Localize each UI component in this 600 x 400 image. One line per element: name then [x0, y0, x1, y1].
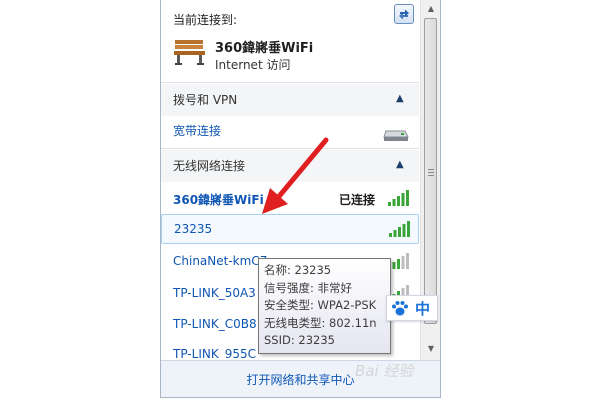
tooltip-line: 无线电类型: 802.11n	[264, 315, 377, 330]
ime-mode-label: 中	[415, 300, 431, 318]
paw-icon	[392, 301, 408, 316]
tooltip-line: 信号强度: 非常好	[264, 280, 353, 295]
network-details-tooltip: 名称: 23235 信号强度: 非常好 安全类型: WPA2-PSK 无线电类型…	[258, 258, 391, 354]
tooltip-line: SSID: 23235	[264, 333, 335, 347]
ime-indicator[interactable]: 中	[386, 295, 438, 321]
watermark: Bai 经验	[355, 362, 414, 380]
tooltip-line: 安全类型: WPA2-PSK	[264, 298, 377, 312]
tooltip-line: 名称: 23235	[264, 263, 332, 277]
